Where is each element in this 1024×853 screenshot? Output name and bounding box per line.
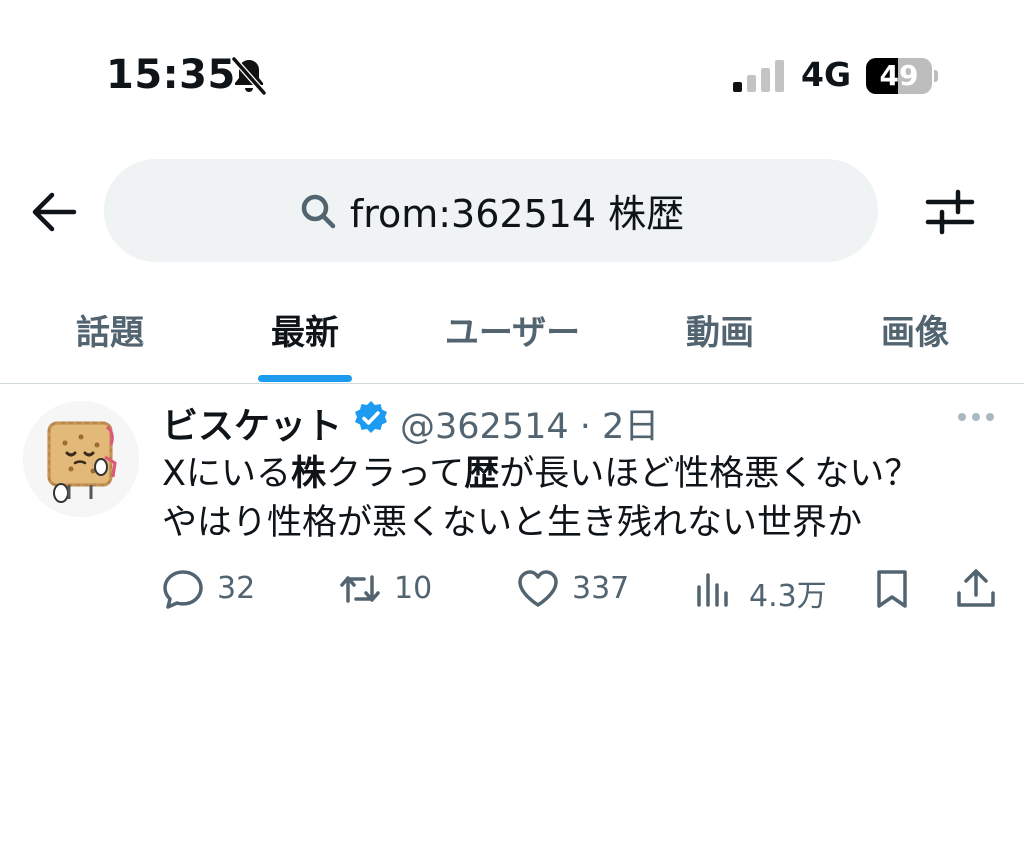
avatar[interactable] <box>23 401 139 517</box>
back-arrow-icon[interactable] <box>28 188 80 236</box>
timestamp[interactable]: 2日 <box>602 407 659 447</box>
highlight-term: 株 <box>290 454 326 494</box>
verified-badge-icon <box>355 401 387 433</box>
battery-icon: 49 <box>866 58 938 94</box>
meta-separator: · <box>579 407 591 447</box>
highlight-term: 歴 <box>464 454 500 494</box>
text-segment: クラって <box>326 454 465 494</box>
biscuit-character-icon <box>23 401 139 517</box>
tweet-text-line-2: やはり性格が悪くないと生き残れない世界か <box>162 501 862 545</box>
bookmark-icon[interactable] <box>870 567 914 611</box>
like-icon[interactable] <box>516 567 560 611</box>
divider <box>0 383 1024 384</box>
tab-videos[interactable]: 動画 <box>650 305 790 353</box>
signal-bars-icon <box>733 60 784 92</box>
share-icon[interactable] <box>954 567 998 611</box>
tweet-meta: @362514 · 2日 <box>400 398 659 449</box>
network-type: 4G <box>801 55 852 94</box>
text-segment: Xにいる <box>162 454 291 494</box>
like-count: 337 <box>572 571 630 606</box>
display-name[interactable]: ビスケット <box>162 397 342 449</box>
tab-trending[interactable]: 話題 <box>40 305 180 353</box>
search-bar[interactable]: from:362514 株歴 <box>104 159 878 262</box>
text-segment: が長いほど性格悪くない？ <box>499 454 920 494</box>
handle[interactable]: @362514 <box>400 407 569 447</box>
tab-images[interactable]: 画像 <box>845 305 985 353</box>
retweet-icon[interactable] <box>338 567 382 611</box>
reply-icon[interactable] <box>161 567 205 611</box>
battery-level: 49 <box>879 59 919 92</box>
retweet-count: 10 <box>394 571 433 606</box>
tab-users[interactable]: ユーザー <box>420 305 605 353</box>
active-tab-indicator <box>258 375 352 382</box>
tweet-text-line-1: Xにいる株クラって歴が長いほど性格悪くない？ <box>162 452 919 496</box>
reply-count: 32 <box>217 571 256 606</box>
bell-slash-icon <box>231 57 267 95</box>
views-icon[interactable] <box>693 567 737 611</box>
more-options-icon[interactable] <box>955 403 997 431</box>
search-query[interactable]: from:362514 株歴 <box>350 183 684 238</box>
status-time: 15:35 <box>106 52 236 98</box>
search-icon <box>301 194 336 228</box>
tab-latest[interactable]: 最新 <box>235 305 375 353</box>
view-count: 4.3万 <box>749 579 827 614</box>
filter-sliders-icon[interactable] <box>922 184 978 240</box>
text-segment: やはり性格が悪くないと生き残れない世界か <box>162 503 863 543</box>
